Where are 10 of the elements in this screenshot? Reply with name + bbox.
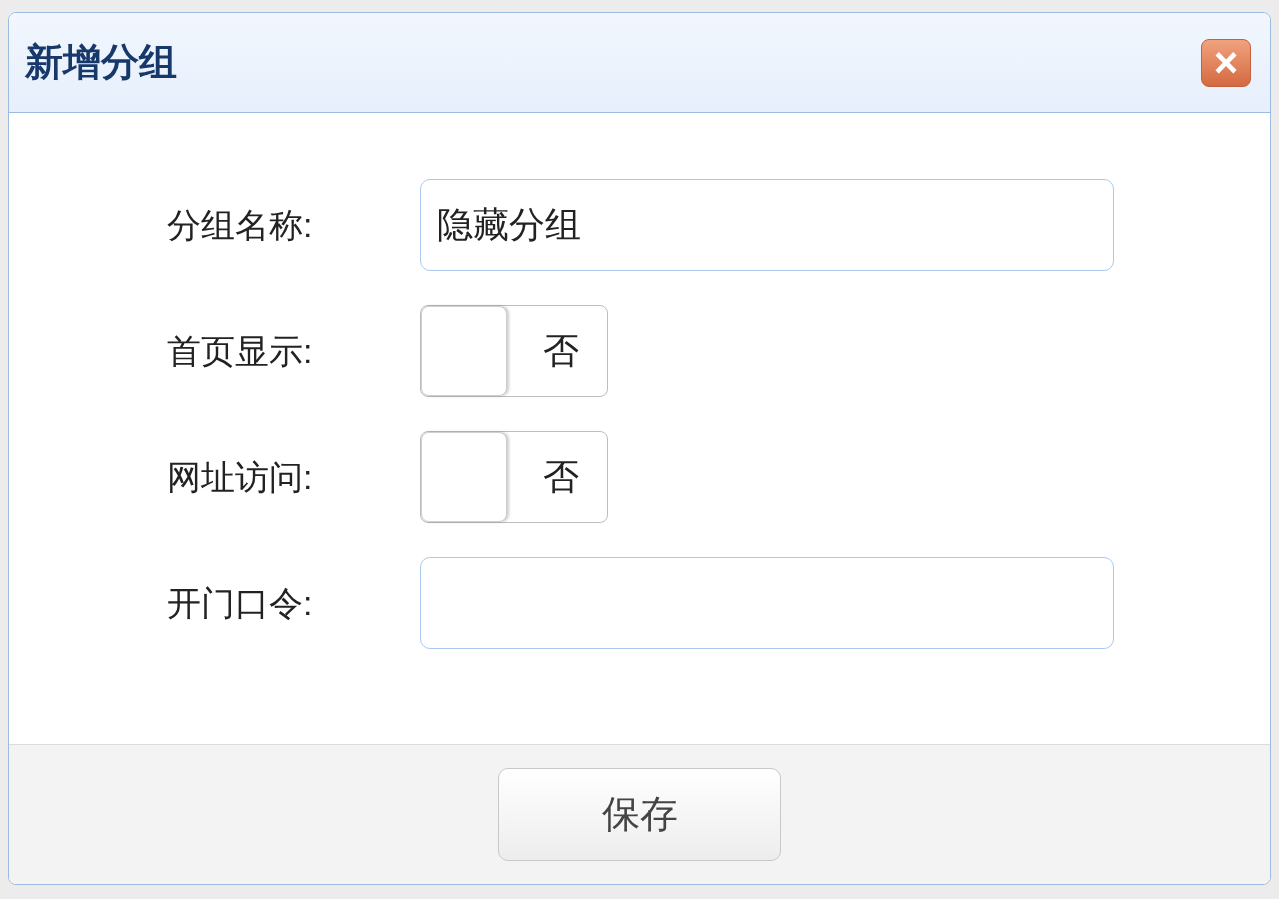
toggle-switch[interactable]: 否	[420, 431, 608, 523]
field-label: 网址访问:	[167, 456, 314, 498]
field-label: 开门口令:	[167, 582, 314, 624]
text-field[interactable]: 隐藏分组	[420, 179, 1114, 271]
field-label: 首页显示:	[167, 330, 314, 372]
save-button[interactable]: 保存	[498, 768, 781, 861]
toggle-switch[interactable]: 否	[420, 305, 608, 397]
field-label: 分组名称:	[167, 204, 314, 246]
dialog-title: 新增分组	[25, 40, 177, 85]
text-field[interactable]	[420, 557, 1114, 649]
